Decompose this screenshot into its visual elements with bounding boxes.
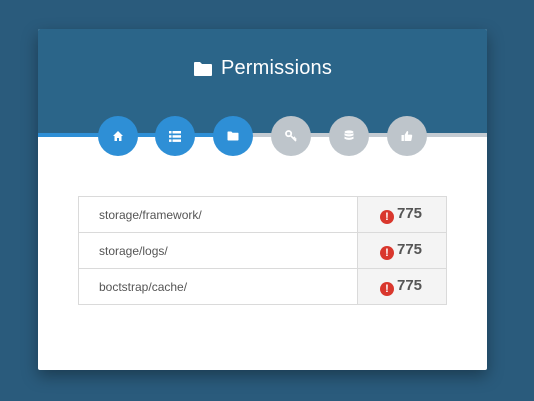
list-icon: [169, 130, 181, 142]
thumbs-up-icon: [401, 131, 413, 141]
permission-code: 775: [397, 205, 423, 222]
table-row: boctstrap/cache/ ! 775: [78, 268, 447, 305]
step-home[interactable]: [98, 116, 138, 156]
step-finish[interactable]: [387, 116, 427, 156]
folder-icon: [227, 131, 239, 141]
error-icon: !: [380, 246, 394, 260]
folder-path: boctstrap/cache/: [78, 268, 358, 305]
page-title-text: Permissions: [220, 57, 333, 79]
page-title: Permissions: [38, 57, 487, 80]
database-icon: [344, 130, 354, 140]
installer-card: Permissions storage/framework/ ! 775 sto…: [38, 29, 487, 370]
folder-path: storage/logs/: [78, 232, 358, 269]
table-row: storage/framework/ ! 775: [78, 196, 447, 233]
step-environment[interactable]: [271, 116, 311, 156]
permissions-table: storage/framework/ ! 775 storage/logs/ ! 7…: [78, 196, 447, 305]
folder-path: storage/framework/: [78, 196, 358, 233]
folder-icon: [193, 61, 212, 76]
home-icon: [113, 131, 123, 141]
permission-status: ! 775: [357, 196, 447, 233]
permission-code: 775: [397, 241, 423, 258]
step-permissions[interactable]: [213, 116, 253, 156]
step-database[interactable]: [329, 116, 369, 156]
permission-status: ! 775: [357, 232, 447, 269]
error-icon: !: [380, 210, 394, 224]
permission-code: 775: [397, 277, 423, 294]
key-icon: [285, 130, 297, 142]
permission-status: ! 775: [357, 268, 447, 305]
error-icon: !: [380, 282, 394, 296]
step-requirements[interactable]: [155, 116, 195, 156]
table-row: storage/logs/ ! 775: [78, 232, 447, 269]
